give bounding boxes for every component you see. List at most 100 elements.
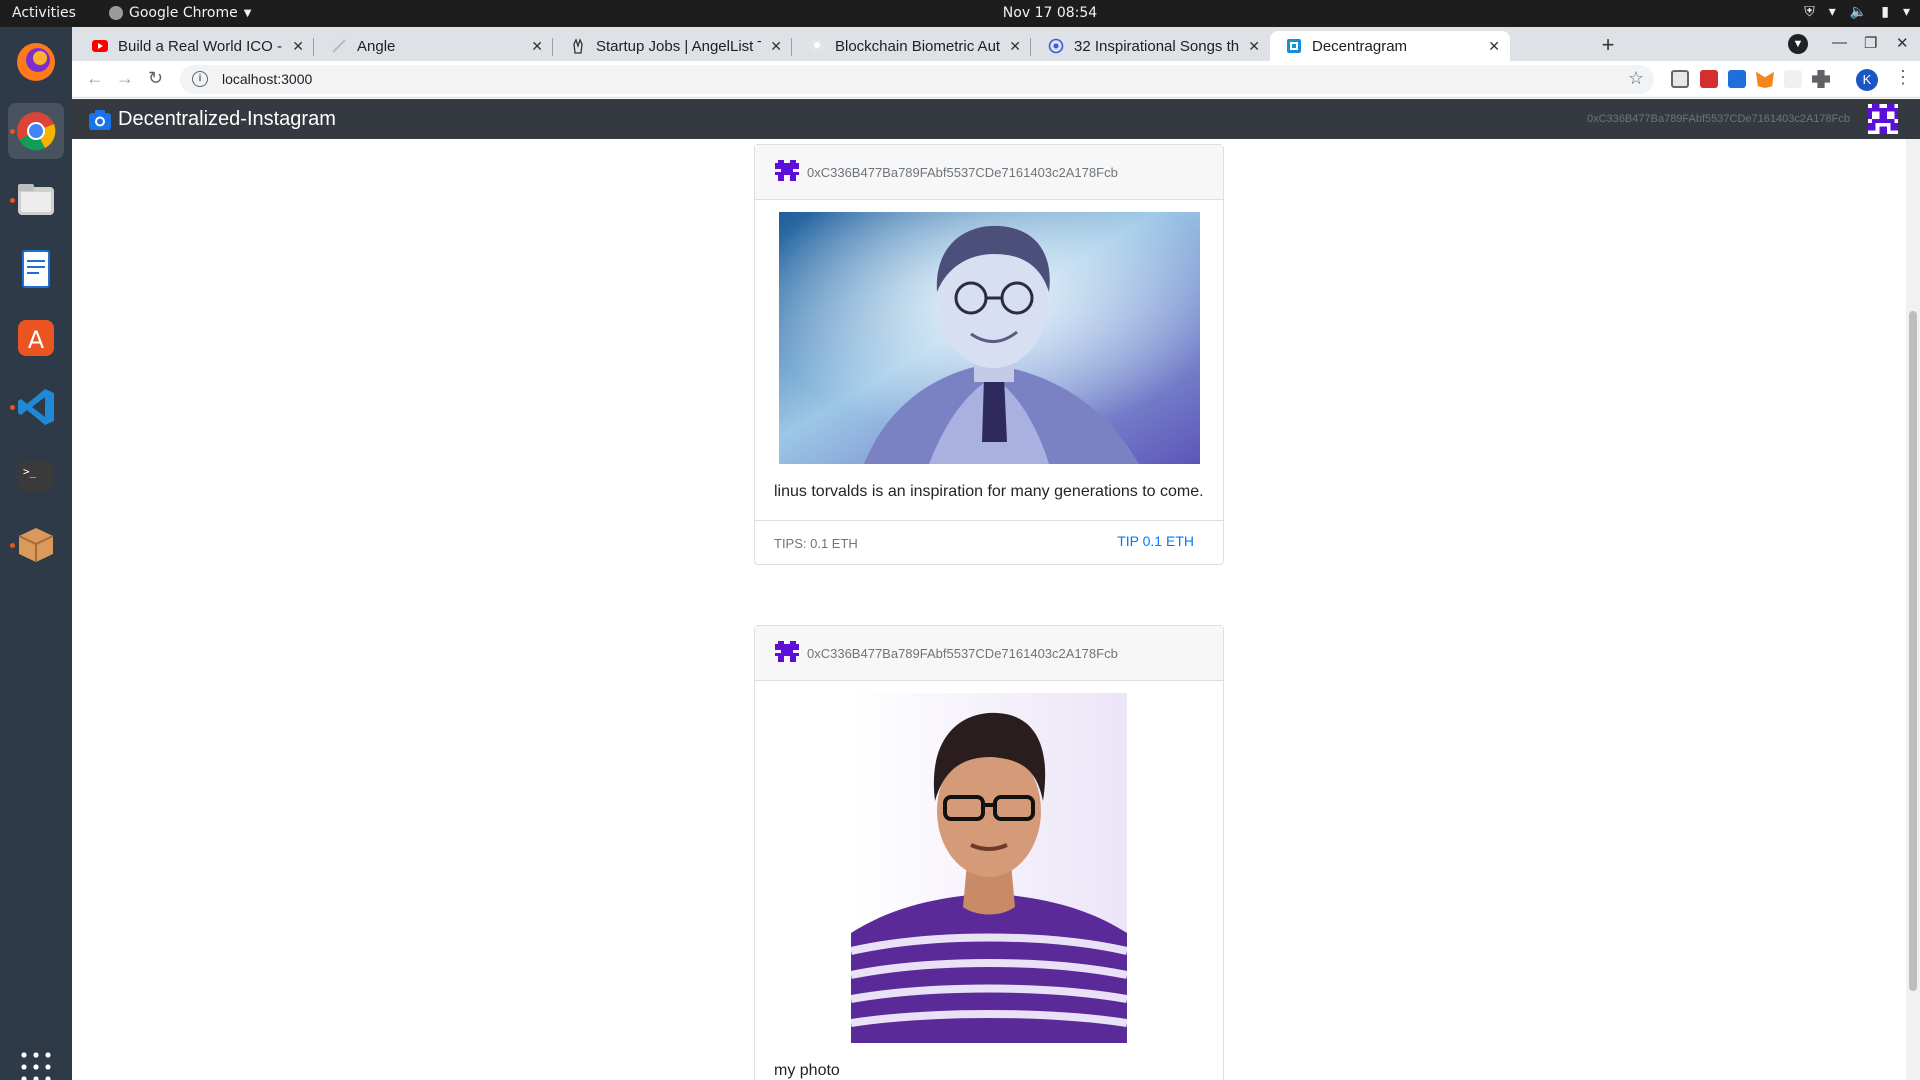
- tips-amount: TIPS: 0.1 ETH: [774, 536, 858, 551]
- close-tab-icon[interactable]: ✕: [770, 38, 782, 55]
- minimize-icon[interactable]: —: [1832, 34, 1847, 51]
- author-address: 0xC336B477Ba789FAbf5537CDe7161403c2A178F…: [807, 164, 1118, 180]
- tab-title: Startup Jobs | AngelList T: [596, 37, 761, 55]
- site-globe-icon: [1048, 38, 1064, 54]
- brand-link[interactable]: Decentralized-Instagram: [88, 108, 336, 131]
- dock-package[interactable]: [8, 517, 64, 573]
- youtube-icon: [92, 40, 108, 52]
- tab-title: 32 Inspirational Songs tha: [1074, 37, 1239, 55]
- battery-icon[interactable]: ▮: [1881, 4, 1889, 20]
- firefox-icon: [17, 43, 55, 81]
- site-info-icon[interactable]: i: [192, 71, 208, 87]
- new-tab-button[interactable]: +: [1594, 32, 1622, 60]
- ghost-extension-icon[interactable]: [1784, 70, 1802, 88]
- post-image[interactable]: [778, 212, 1200, 464]
- extensions-puzzle-icon[interactable]: [1812, 70, 1830, 88]
- chrome-icon: [17, 112, 56, 151]
- dock-firefox[interactable]: [8, 34, 64, 90]
- author-identicon: [775, 160, 799, 181]
- volume-icon[interactable]: 🔈: [1850, 4, 1867, 20]
- post-body: linus torvalds is an inspiration for man…: [755, 200, 1223, 520]
- window-close-icon[interactable]: ✕: [1896, 34, 1909, 52]
- dock-writer[interactable]: [8, 241, 64, 297]
- forward-arrow-icon[interactable]: →: [116, 68, 134, 89]
- reload-icon[interactable]: ↻: [148, 68, 163, 89]
- screenshot-extension-icon[interactable]: [1671, 70, 1689, 88]
- scrollbar-thumb[interactable]: [1909, 311, 1917, 991]
- camera-icon: [89, 109, 111, 130]
- post-card: 0xC336B477Ba789FAbf5537CDe7161403c2A178F…: [754, 144, 1224, 565]
- github-icon: [810, 39, 824, 53]
- tab-title: Angle: [357, 37, 396, 55]
- system-tray[interactable]: ⛨ ▾ 🔈 ▮ ▾: [1804, 4, 1910, 20]
- tab-blockchain-biometric[interactable]: Blockchain Biometric Aut ✕: [793, 31, 1031, 61]
- post-header: 0xC336B477Ba789FAbf5537CDe7161403c2A178F…: [755, 145, 1223, 200]
- address-bar[interactable]: i localhost:3000 ☆: [180, 65, 1654, 94]
- tab-ico[interactable]: Build a Real World ICO - # ✕: [76, 31, 314, 61]
- red-extension-icon[interactable]: [1700, 70, 1718, 88]
- document-writer-icon: [22, 250, 50, 288]
- author-identicon: [775, 641, 799, 662]
- shield-icon[interactable]: ⛨: [1804, 4, 1815, 20]
- tab-separator: [552, 38, 553, 56]
- post-footer: TIPS: 0.1 ETH TIP 0.1 ETH: [755, 520, 1223, 564]
- browser-menu-icon[interactable]: ⋮: [1894, 67, 1912, 88]
- dock-chrome[interactable]: [8, 103, 64, 159]
- metamask-fox-icon[interactable]: [1756, 71, 1774, 88]
- close-tab-icon[interactable]: ✕: [292, 38, 304, 55]
- tab-inspirational-songs[interactable]: 32 Inspirational Songs tha ✕: [1032, 31, 1270, 61]
- url-text[interactable]: localhost:3000: [222, 71, 312, 87]
- post-card: 0xC336B477Ba789FAbf5537CDe7161403c2A178F…: [754, 625, 1224, 1080]
- dock-terminal[interactable]: >_: [8, 448, 64, 504]
- svg-text:>_: >_: [23, 465, 37, 478]
- tray-caret-icon[interactable]: ▾: [1903, 4, 1910, 20]
- tab-separator: [791, 38, 792, 56]
- tip-button[interactable]: TIP 0.1 ETH: [1117, 533, 1194, 549]
- restore-icon[interactable]: ❐: [1864, 34, 1877, 52]
- browser-tab-strip: Build a Real World ICO - # ✕ Angle ✕ Sta…: [72, 27, 1920, 61]
- back-arrow-icon[interactable]: ←: [86, 68, 104, 89]
- running-indicator: [10, 543, 15, 548]
- running-indicator: [10, 129, 15, 134]
- dock-vscode[interactable]: [8, 379, 64, 435]
- dock-software[interactable]: A: [8, 310, 64, 366]
- tab-search-icon[interactable]: ▼: [1788, 34, 1808, 54]
- tab-title: Build a Real World ICO - #: [118, 37, 283, 55]
- tab-separator: [313, 38, 314, 56]
- close-tab-icon[interactable]: ✕: [1009, 38, 1021, 55]
- tab-title: Blockchain Biometric Aut: [835, 37, 1000, 55]
- account-address: 0xC336B477Ba789FAbf5537CDe7161403c2A178F…: [1587, 113, 1850, 125]
- ubuntu-dock: A >_: [0, 27, 72, 1080]
- profile-avatar[interactable]: K: [1856, 69, 1878, 91]
- running-indicator: [10, 198, 15, 203]
- tab-angellist[interactable]: Startup Jobs | AngelList T ✕: [554, 31, 792, 61]
- app-navbar: Decentralized-Instagram 0xC336B477Ba789F…: [72, 99, 1920, 139]
- post-image[interactable]: [851, 693, 1127, 1043]
- bookmark-star-icon[interactable]: ☆: [1628, 68, 1644, 89]
- tab-title: Decentragram: [1312, 37, 1408, 55]
- post-caption: my photo: [774, 1062, 840, 1079]
- tab-angle[interactable]: Angle ✕: [315, 31, 553, 61]
- wifi-icon[interactable]: ▾: [1829, 4, 1836, 20]
- tab-separator: [1030, 38, 1031, 56]
- tab-decentragram[interactable]: Decentragram ✕: [1270, 31, 1510, 61]
- files-icon: [18, 184, 54, 215]
- post-caption: linus torvalds is an inspiration for man…: [774, 483, 1204, 500]
- close-tab-icon[interactable]: ✕: [531, 38, 543, 55]
- dock-files[interactable]: [8, 172, 64, 228]
- close-tab-icon[interactable]: ✕: [1488, 38, 1500, 55]
- show-apps-button[interactable]: [8, 1039, 64, 1080]
- svg-text:A: A: [28, 326, 45, 354]
- post-body: my photo: [755, 681, 1223, 1080]
- brand-title: Decentralized-Instagram: [118, 108, 336, 130]
- author-address: 0xC336B477Ba789FAbf5537CDe7161403c2A178F…: [807, 645, 1118, 661]
- page-scrollbar[interactable]: [1906, 139, 1920, 1080]
- feed: 0xC336B477Ba789FAbf5537CDe7161403c2A178F…: [72, 139, 1906, 1080]
- package-box-icon: [18, 528, 54, 562]
- post-header: 0xC336B477Ba789FAbf5537CDe7161403c2A178F…: [755, 626, 1223, 681]
- close-tab-icon[interactable]: ✕: [1248, 38, 1260, 55]
- react-app-icon: [1287, 39, 1301, 53]
- clock[interactable]: Nov 17 08:54: [0, 5, 1920, 21]
- blue-extension-icon[interactable]: [1728, 70, 1746, 88]
- software-store-icon: A: [18, 320, 54, 356]
